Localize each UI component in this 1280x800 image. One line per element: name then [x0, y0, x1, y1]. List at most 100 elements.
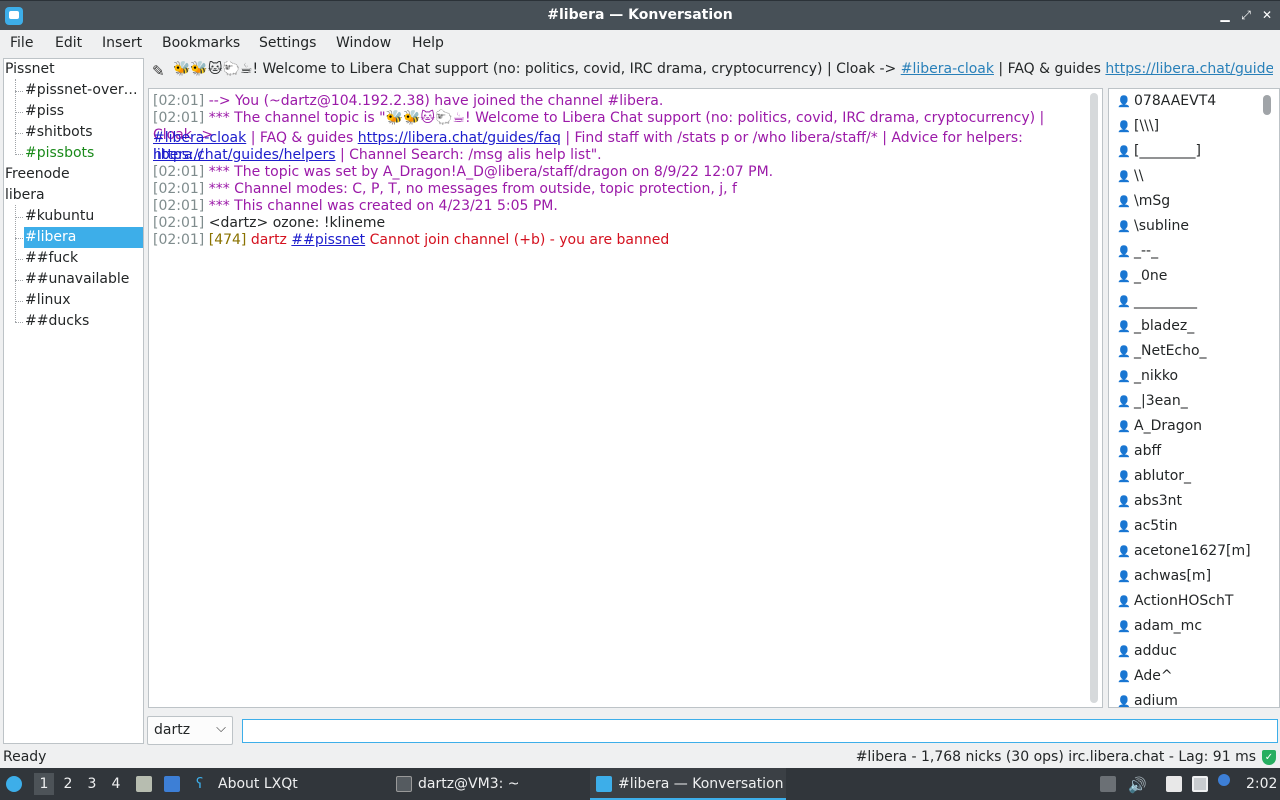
nick-item[interactable]: 👤 achwas[m]: [1109, 564, 1259, 589]
network-icon[interactable]: [1192, 776, 1208, 792]
nick-item[interactable]: 👤 [________]: [1109, 139, 1259, 164]
show-desktop-icon[interactable]: [164, 776, 180, 792]
close-button[interactable]: ✕: [1259, 6, 1275, 24]
nick-item[interactable]: 👤 _________: [1109, 289, 1259, 314]
tray-eject-icon[interactable]: [1100, 776, 1116, 792]
window-titlebar[interactable]: #libera — Konversation ▁ ⤢ ✕: [0, 0, 1280, 30]
nick-name: _bladez_: [1134, 318, 1195, 334]
nick-name: A_Dragon: [1134, 418, 1203, 434]
user-icon: 👤: [1117, 445, 1131, 458]
chat-line: libera.chat/guides/helpers | Channel Sea…: [153, 147, 602, 163]
menu-insert[interactable]: Insert: [102, 35, 142, 51]
workspace-1[interactable]: 1: [34, 773, 54, 795]
nick-item[interactable]: 👤 acetone1627[m]: [1109, 539, 1259, 564]
nick-name: \\: [1134, 168, 1144, 184]
nick-name: Ade^: [1134, 668, 1173, 684]
workspace-4[interactable]: 4: [106, 773, 126, 795]
task-about-lxqt[interactable]: ʕ About LXQt: [190, 768, 382, 800]
clock[interactable]: 2:02: [1246, 776, 1277, 792]
nick-item[interactable]: 👤 adduc: [1109, 639, 1259, 664]
user-icon: 👤: [1117, 270, 1131, 283]
clipboard-icon[interactable]: [1166, 776, 1182, 792]
nick-name: [________]: [1134, 143, 1201, 159]
chat-link-helpers-cont[interactable]: libera.chat/guides/helpers: [153, 147, 336, 163]
channel-unavailable[interactable]: ##unavailable: [24, 269, 143, 290]
channel-fuck[interactable]: ##fuck: [24, 248, 143, 269]
message-input[interactable]: [242, 719, 1278, 743]
workspace-2[interactable]: 2: [58, 773, 78, 795]
chat-link-cloak[interactable]: #libera-cloak: [153, 130, 246, 146]
topic-link-cloak[interactable]: #libera-cloak: [901, 61, 994, 77]
nick-item[interactable]: 👤 _|3ean_: [1109, 389, 1259, 414]
maximize-button[interactable]: ⤢: [1238, 6, 1254, 24]
menu-help[interactable]: Help: [412, 35, 444, 51]
user-icon: 👤: [1117, 645, 1131, 658]
user-icon: 👤: [1117, 570, 1131, 583]
chat-link-pissnet[interactable]: ##pissnet: [291, 232, 365, 248]
channel-shitbots[interactable]: #shitbots: [24, 122, 143, 143]
user-icon: 👤: [1117, 220, 1131, 233]
notification-icon[interactable]: [1218, 774, 1230, 786]
nick-item[interactable]: 👤 A_Dragon: [1109, 414, 1259, 439]
menu-settings[interactable]: Settings: [259, 35, 316, 51]
nick-item[interactable]: 👤 _--_: [1109, 239, 1259, 264]
nick-name: ActionHOSchT: [1134, 593, 1234, 609]
nick-item[interactable]: 👤 ablutor_: [1109, 464, 1259, 489]
menu-bookmarks[interactable]: Bookmarks: [162, 35, 240, 51]
channel-pissnet-overview[interactable]: #pissnet-over…: [24, 80, 143, 101]
topic-link-guides[interactable]: https://libera.chat/guides/fa...: [1105, 61, 1273, 77]
user-icon: 👤: [1117, 595, 1131, 608]
menu-file[interactable]: File: [10, 35, 33, 51]
minimize-button[interactable]: ▁: [1217, 6, 1233, 24]
server-libera[interactable]: libera: [5, 185, 45, 206]
chat-scrollbar[interactable]: [1090, 93, 1098, 703]
menu-bar: File Edit Insert Bookmarks Settings Wind…: [0, 30, 1280, 57]
task-konversation[interactable]: #libera — Konversation: [590, 768, 786, 800]
nick-item[interactable]: 👤 ActionHOSchT: [1109, 589, 1259, 614]
nick-name: ablutor_: [1134, 468, 1192, 484]
nick-item[interactable]: 👤 _bladez_: [1109, 314, 1259, 339]
chat-line: [02:01] --> You (~dartz@104.192.2.38) ha…: [153, 93, 664, 109]
chat-line: [02:01] *** Channel modes: C, P, T, no m…: [153, 181, 737, 197]
volume-icon[interactable]: 🔊: [1128, 776, 1147, 794]
channel-tree: Pissnet #pissnet-over… #piss #shitbots #…: [3, 58, 144, 744]
nick-item[interactable]: 👤 \subline: [1109, 214, 1259, 239]
nick-item[interactable]: 👤 abff: [1109, 439, 1259, 464]
user-icon: 👤: [1117, 320, 1131, 333]
nick-item[interactable]: 👤 _NetEcho_: [1109, 339, 1259, 364]
workspace-3[interactable]: 3: [82, 773, 102, 795]
status-text: Ready: [3, 749, 47, 765]
nick-item[interactable]: 👤 \mSg: [1109, 189, 1259, 214]
task-terminal[interactable]: dartz@VM3: ~: [390, 768, 582, 800]
nick-item[interactable]: 👤 Ade^: [1109, 664, 1259, 689]
nick-item[interactable]: 👤 adium: [1109, 689, 1259, 707]
nick-item[interactable]: 👤 abs3nt: [1109, 489, 1259, 514]
start-menu-icon[interactable]: [6, 776, 22, 792]
channel-kubuntu[interactable]: #kubuntu: [24, 206, 143, 227]
server-pissnet[interactable]: Pissnet: [5, 59, 55, 80]
channel-linux[interactable]: #linux: [24, 290, 143, 311]
nick-name: _NetEcho_: [1134, 343, 1207, 359]
menu-edit[interactable]: Edit: [55, 35, 82, 51]
channel-libera[interactable]: #libera: [24, 227, 143, 248]
edit-topic-icon[interactable]: ✎: [152, 62, 165, 80]
nick-item[interactable]: 👤 _nikko: [1109, 364, 1259, 389]
user-icon: 👤: [1117, 120, 1131, 133]
nick-item[interactable]: 👤 [\\\]: [1109, 114, 1259, 139]
menu-window[interactable]: Window: [336, 35, 391, 51]
nickname-combo[interactable]: dartz ⌵: [147, 716, 233, 745]
file-manager-icon[interactable]: [136, 776, 152, 792]
user-icon: 👤: [1117, 670, 1131, 683]
channel-ducks[interactable]: ##ducks: [24, 311, 143, 332]
nick-item[interactable]: 👤 \\: [1109, 164, 1259, 189]
chat-view[interactable]: [02:01] --> You (~dartz@104.192.2.38) ha…: [148, 88, 1103, 708]
nick-item[interactable]: 👤 _0ne: [1109, 264, 1259, 289]
nick-list-scrollbar[interactable]: [1263, 95, 1271, 115]
nick-item[interactable]: 👤 adam_mc: [1109, 614, 1259, 639]
nick-item[interactable]: 👤 ac5tin: [1109, 514, 1259, 539]
chat-link-faq[interactable]: https://libera.chat/guides/faq: [358, 130, 561, 146]
server-freenode[interactable]: Freenode: [5, 164, 70, 185]
channel-piss[interactable]: #piss: [24, 101, 143, 122]
channel-pissbots[interactable]: #pissbots: [24, 143, 143, 164]
nick-item[interactable]: 👤 078AAEVT4: [1109, 89, 1259, 114]
